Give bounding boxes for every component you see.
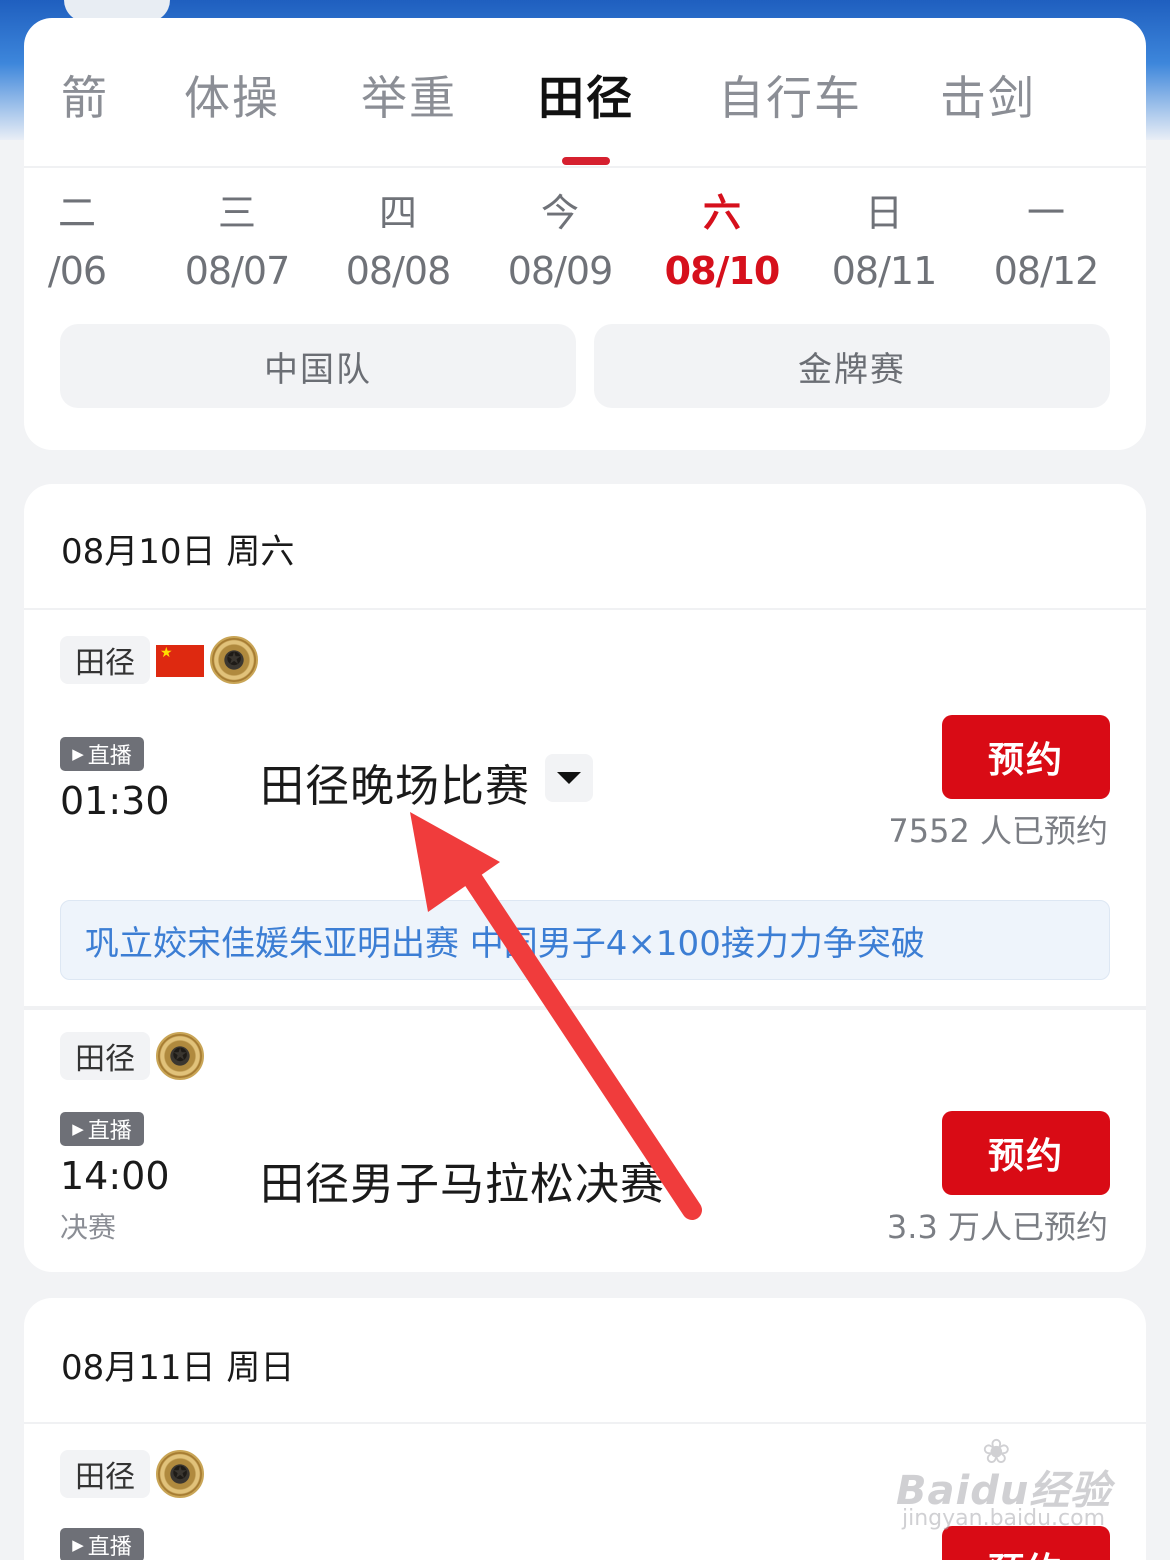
event-title[interactable]: 田径晚场比赛 (260, 750, 530, 814)
day-header: 08月11日 周日 (61, 1348, 295, 1388)
sport-tag: 田径 (60, 1450, 150, 1498)
tab-weightlifting[interactable]: 举重 (361, 62, 457, 128)
schedule-day-card: 08月10日 周六 田径 ★ ✪ ▶ 直播 01:30 田径晚场比赛 预约 75… (24, 484, 1146, 1272)
live-badge-label: 直播 (87, 1535, 132, 1560)
china-flag-icon: ★ (156, 645, 204, 677)
divider (24, 1006, 1146, 1010)
live-badge-label: 直播 (87, 744, 132, 769)
live-badge: ▶ 直播 (60, 1112, 144, 1146)
play-icon: ▶ (72, 1120, 84, 1138)
date-item[interactable]: 日 08/11 (814, 188, 954, 296)
sport-tag: 田径 (60, 1032, 150, 1080)
day-header: 08月10日 周六 (61, 532, 295, 572)
tab-gymnastics[interactable]: 体操 (184, 62, 280, 128)
tab-athletics[interactable]: 田径 (538, 62, 634, 128)
reserve-count: 3.3 万人已预约 (886, 1208, 1108, 1246)
gold-medal-icon: ✪ (156, 1032, 204, 1080)
sport-tabs: 箭 体操 举重 田径 自行车 击剑 (24, 18, 1146, 168)
date-item-selected[interactable]: 六 08/10 (652, 188, 792, 296)
live-badge: ▶ 直播 (60, 1528, 144, 1560)
tab-fencing[interactable]: 击剑 (940, 62, 1036, 128)
date-item[interactable]: 一 08/12 (976, 188, 1116, 296)
tab-archery[interactable]: 箭 (61, 62, 109, 128)
date-weekday: 二 (57, 191, 96, 235)
expand-button[interactable] (545, 754, 593, 802)
watermark: ❀ Baidu经验 jingyan.baidu.com (896, 1432, 1136, 1540)
date-weekday: 一 (1026, 191, 1065, 235)
date-item[interactable]: 二 /06 (24, 188, 147, 296)
divider (24, 1422, 1146, 1424)
date-date: 08/09 (507, 249, 614, 293)
event-stage: 决赛 (60, 1211, 117, 1244)
gold-medal-icon: ✪ (156, 1450, 204, 1498)
sport-tag: 田径 (60, 636, 150, 684)
tab-cycling[interactable]: 自行车 (718, 62, 862, 128)
date-weekday: 日 (864, 191, 903, 235)
caret-down-icon (557, 772, 581, 784)
date-date: 08/08 (345, 249, 452, 293)
date-date: 08/07 (184, 249, 291, 293)
date-date: 08/11 (831, 249, 938, 293)
date-weekday: 四 (378, 191, 417, 235)
reserve-count: 7552 人已预约 (888, 812, 1108, 850)
date-item[interactable]: 四 08/08 (328, 188, 468, 296)
play-icon: ▶ (72, 1536, 84, 1554)
news-headline-link[interactable]: 巩立姣宋佳媛朱亚明出赛 中国男子4×100接力力争突破 (60, 900, 1110, 980)
event-title[interactable]: 田径男子马拉松决赛 (260, 1148, 665, 1212)
live-badge: ▶ 直播 (60, 737, 144, 771)
date-item[interactable]: 三 08/07 (167, 188, 307, 296)
gold-medal-icon: ✪ (210, 636, 258, 684)
gold-medal-filter-button[interactable]: 金牌赛 (594, 324, 1110, 408)
date-date: /06 (47, 249, 107, 293)
reserve-button[interactable]: 预约 (942, 1111, 1110, 1195)
reserve-button[interactable]: 预约 (942, 715, 1110, 799)
date-item[interactable]: 今 08/09 (490, 188, 630, 296)
event-time: 01:30 (60, 779, 170, 823)
date-weekday: 三 (217, 191, 256, 235)
date-date: 08/10 (664, 249, 781, 293)
date-weekday: 六 (702, 191, 741, 235)
live-badge-label: 直播 (87, 1119, 132, 1144)
divider (24, 608, 1146, 610)
event-time: 14:00 (60, 1154, 170, 1198)
watermark-url: jingyan.baidu.com (902, 1506, 1106, 1531)
filter-card: 箭 体操 举重 田径 自行车 击剑 二 /06 三 08/07 四 08/08 … (24, 18, 1146, 450)
divider (24, 166, 1146, 168)
active-tab-indicator (562, 157, 610, 165)
china-team-filter-button[interactable]: 中国队 (60, 324, 576, 408)
date-weekday: 今 (540, 191, 579, 235)
date-date: 08/12 (993, 249, 1100, 293)
play-icon: ▶ (72, 745, 84, 763)
